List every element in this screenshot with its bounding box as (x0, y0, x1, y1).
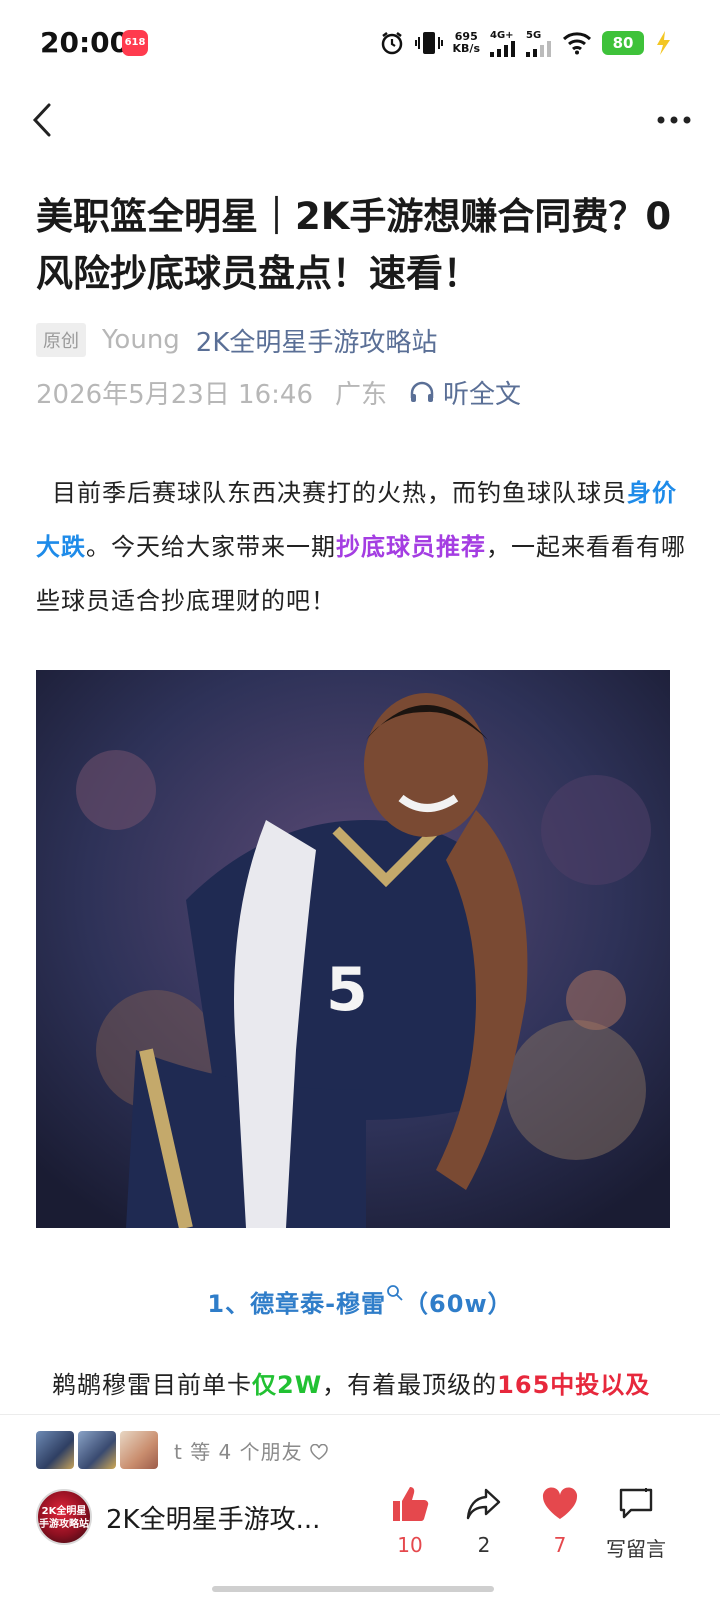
more-options-button[interactable] (650, 98, 698, 142)
cell-signal-2-icon: 5G (526, 30, 552, 57)
alarm-icon (379, 30, 405, 56)
player-photo[interactable]: 5 (36, 670, 670, 1228)
thumbs-up-icon (393, 1487, 429, 1521)
more-dots-icon (657, 116, 691, 124)
like-count: 10 (397, 1533, 423, 1557)
chevron-left-icon (32, 103, 51, 137)
vibrate-icon (414, 30, 443, 56)
cell-signal-1-label: 4G+ (490, 29, 514, 41)
like-button[interactable]: 10 (370, 1483, 450, 1557)
player-illustration: 5 (36, 670, 670, 1228)
publish-location: 广东 (335, 379, 388, 410)
comment-label: 写留言 (606, 1537, 666, 1561)
article-title: 美职篮全明星｜2K手游想赚合同费？0风险抄底球员盘点！速看！ (36, 195, 672, 295)
comment-button[interactable]: 写留言 (596, 1483, 676, 1562)
status-bar: 20:00 618 695 KB/s 4G+ 5G 80 (0, 0, 720, 90)
cell-signal-1-icon: 4G+ (490, 30, 516, 57)
intro-text-1: 目前季后赛球队东西决赛打的火热，而钓鱼球队球员 (52, 479, 627, 507)
wifi-icon (562, 31, 592, 55)
article-date-row: 2026年5月23日 16:46 广东 听全文 (36, 374, 521, 410)
favorite-count: 7 (553, 1533, 567, 1557)
author-name: Young (102, 325, 180, 355)
heart-icon (542, 1487, 578, 1519)
friends-liked-label: t 等 4 个朋友 (174, 1439, 303, 1464)
share-button[interactable]: 2 (444, 1483, 524, 1557)
highlight-attribute: 165中投以及 (497, 1371, 651, 1399)
intro-paragraph: 目前季后赛球队东西决赛打的火热，而钓鱼球队球员身价大跌。今天给大家带来一期抄底球… (36, 466, 686, 628)
highlight-price: 仅2W (252, 1371, 323, 1399)
section-heading-1: 1、德章泰-穆雷 （60w） (0, 1284, 720, 1319)
publish-date: 2026年5月23日 16:46 (36, 379, 313, 410)
charging-icon (654, 30, 672, 56)
section-heading-1-price: （60w） (404, 1290, 513, 1318)
search-icon[interactable] (386, 1284, 404, 1302)
original-tag: 原创 (36, 323, 86, 357)
player-text-1: 鹈鹕穆雷目前单卡 (52, 1371, 252, 1399)
headphones-icon (410, 381, 434, 402)
intro-text-2: 。今天给大家带来一期 (86, 533, 336, 561)
status-icons: 695 KB/s 4G+ 5G 80 (379, 26, 672, 60)
network-speed-unit: KB/s (452, 42, 480, 55)
highlight-recommend: 抄底球员推荐 (336, 533, 486, 561)
friend-avatar (120, 1431, 158, 1469)
friend-avatar (36, 1431, 74, 1469)
account-link[interactable]: 2K全明星手游攻略站 (196, 322, 438, 359)
home-indicator[interactable] (212, 1586, 494, 1592)
account-avatar[interactable]: 2K全明星 手游攻略站 (36, 1489, 92, 1545)
favorite-button[interactable]: 7 (520, 1483, 600, 1557)
friend-avatar (78, 1431, 116, 1469)
svg-text:5: 5 (326, 955, 368, 1025)
listen-button[interactable]: 听全文 (409, 374, 521, 411)
navigation-bar (0, 90, 720, 150)
back-button[interactable] (22, 98, 62, 142)
section-heading-1-name: 1、德章泰-穆雷 (207, 1290, 387, 1318)
account-name[interactable]: 2K全明星手游攻... (106, 1499, 346, 1536)
heart-outline-icon (310, 1443, 328, 1460)
share-count: 2 (477, 1533, 491, 1557)
app-notification-badge: 618 (122, 30, 148, 56)
comment-add-icon (619, 1488, 653, 1519)
friends-liked-text: t 等 4 个朋友 (174, 1436, 328, 1465)
friends-liked-row[interactable]: t 等 4 个朋友 (36, 1431, 328, 1469)
player-paragraph: 鹈鹕穆雷目前单卡仅2W，有着最顶级的165中投以及 (36, 1358, 686, 1412)
listen-label: 听全文 (443, 379, 522, 410)
battery-level: 80 (602, 31, 644, 55)
article-meta: 原创 Young 2K全明星手游攻略站 (36, 322, 437, 358)
network-speed: 695 KB/s (453, 31, 480, 55)
player-text-2: ，有着最顶级的 (322, 1371, 498, 1399)
status-time: 20:00 (40, 26, 130, 59)
cell-signal-2-label: 5G (526, 29, 542, 41)
bottom-action-panel: t 等 4 个朋友 2K全明星 手游攻略站 2K全明星手游攻... 10 2 7… (0, 1414, 720, 1600)
share-arrow-icon (466, 1488, 501, 1520)
